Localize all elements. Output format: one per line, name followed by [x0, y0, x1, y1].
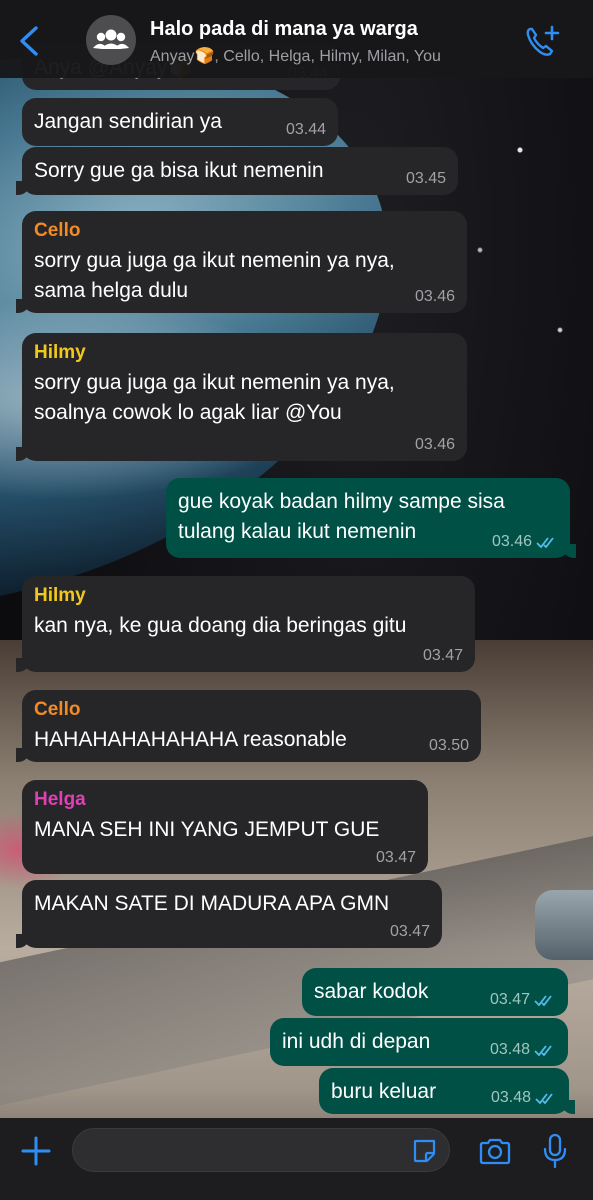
message-time: 03.47	[490, 991, 556, 1009]
sticker-button[interactable]	[412, 1138, 438, 1164]
message-time: 03.48	[491, 1089, 557, 1107]
message-text: MAKAN SATE DI MADURA APA GMN	[34, 892, 390, 915]
message-bubble[interactable]: Hilmy sorry gua juga ga ikut nemenin ya …	[16, 333, 467, 461]
message-text: Sorry gue ga bisa ikut nemenin	[34, 159, 324, 182]
message-text: sorry gua juga ga ikut nemenin ya nya, s…	[34, 249, 395, 302]
message-bubble[interactable]: ini udh di depan 03.48	[270, 1018, 568, 1066]
read-receipt-icon	[534, 1045, 552, 1057]
message-time: 03.44	[285, 121, 326, 138]
chat-header: Halo pada di mana ya warga Anyay🍞, Cello…	[0, 0, 593, 78]
add-call-button[interactable]	[524, 24, 562, 58]
sticker-icon	[413, 1139, 436, 1163]
chat-title[interactable]: Halo pada di mana ya warga	[150, 18, 418, 41]
plus-icon	[21, 1136, 51, 1166]
message-bubble[interactable]: Hilmy kan nya, ke gua doang dia beringas…	[16, 576, 475, 672]
message-text: HAHAHAHAHAHAHA reasonable	[34, 728, 347, 751]
camera-icon	[479, 1138, 511, 1165]
composer-bar	[0, 1118, 593, 1200]
message-text: Jangan sendirian ya	[34, 110, 222, 133]
message-time: 03.46	[414, 288, 455, 305]
message-bubble[interactable]: Cello sorry gua juga ga ikut nemenin ya …	[16, 211, 467, 313]
read-receipt-icon	[535, 1093, 553, 1105]
chevron-left-icon	[20, 26, 38, 56]
sender-name[interactable]: Hilmy	[34, 342, 455, 364]
sender-name[interactable]: Cello	[34, 699, 469, 721]
attach-button[interactable]	[20, 1135, 52, 1167]
message-time: 03.47	[375, 849, 416, 866]
sender-name[interactable]: Hilmy	[34, 585, 463, 607]
message-time: 03.47	[422, 647, 463, 664]
message-time: 03.47	[389, 923, 430, 940]
message-bubble[interactable]: Helga MANA SEH INI YANG JEMPUT GUE 03.47	[22, 780, 428, 874]
message-time: 03.45	[405, 170, 446, 187]
message-bubble[interactable]: sabar kodok 03.47	[302, 968, 568, 1016]
message-text: kan nya, ke gua doang dia beringas gitu	[34, 614, 407, 637]
message-text: sorry gua juga ga ikut nemenin ya nya, s…	[34, 371, 395, 424]
message-time: 03.48	[490, 1041, 556, 1059]
sender-name[interactable]: Cello	[34, 220, 455, 242]
group-icon	[93, 29, 129, 49]
camera-button[interactable]	[478, 1136, 512, 1166]
sender-name[interactable]: Helga	[34, 789, 416, 811]
message-bubble[interactable]: Cello HAHAHAHAHAHAHA reasonable 03.50	[16, 690, 481, 762]
microphone-button[interactable]	[542, 1133, 568, 1169]
message-time: 03.46	[414, 436, 455, 453]
message-bubble[interactable]: buru keluar 03.48	[319, 1068, 575, 1114]
chat-participants[interactable]: Anyay🍞, Cello, Helga, Hilmy, Milan, You	[150, 46, 441, 66]
message-text: MANA SEH INI YANG JEMPUT GUE	[34, 818, 380, 841]
microphone-icon	[543, 1133, 567, 1169]
message-bubble[interactable]: gue koyak badan hilmy sampe sisa tulang …	[166, 478, 576, 558]
message-bubble[interactable]: Jangan sendirian ya 03.44	[22, 98, 338, 146]
back-button[interactable]	[12, 22, 48, 60]
add-call-icon	[526, 25, 560, 56]
message-list[interactable]: Anya @Anyay🍞 03.44 Jangan sendirian ya 0…	[0, 0, 593, 1120]
message-time: 03.46	[492, 533, 558, 551]
read-receipt-icon	[534, 995, 552, 1007]
message-time: 03.50	[428, 737, 469, 754]
message-bubble[interactable]: Sorry gue ga bisa ikut nemenin 03.45	[16, 147, 458, 195]
message-bubble[interactable]: MAKAN SATE DI MADURA APA GMN 03.47	[16, 880, 442, 948]
message-input[interactable]	[72, 1128, 450, 1172]
group-avatar[interactable]	[86, 15, 136, 65]
read-receipt-icon	[536, 537, 554, 549]
